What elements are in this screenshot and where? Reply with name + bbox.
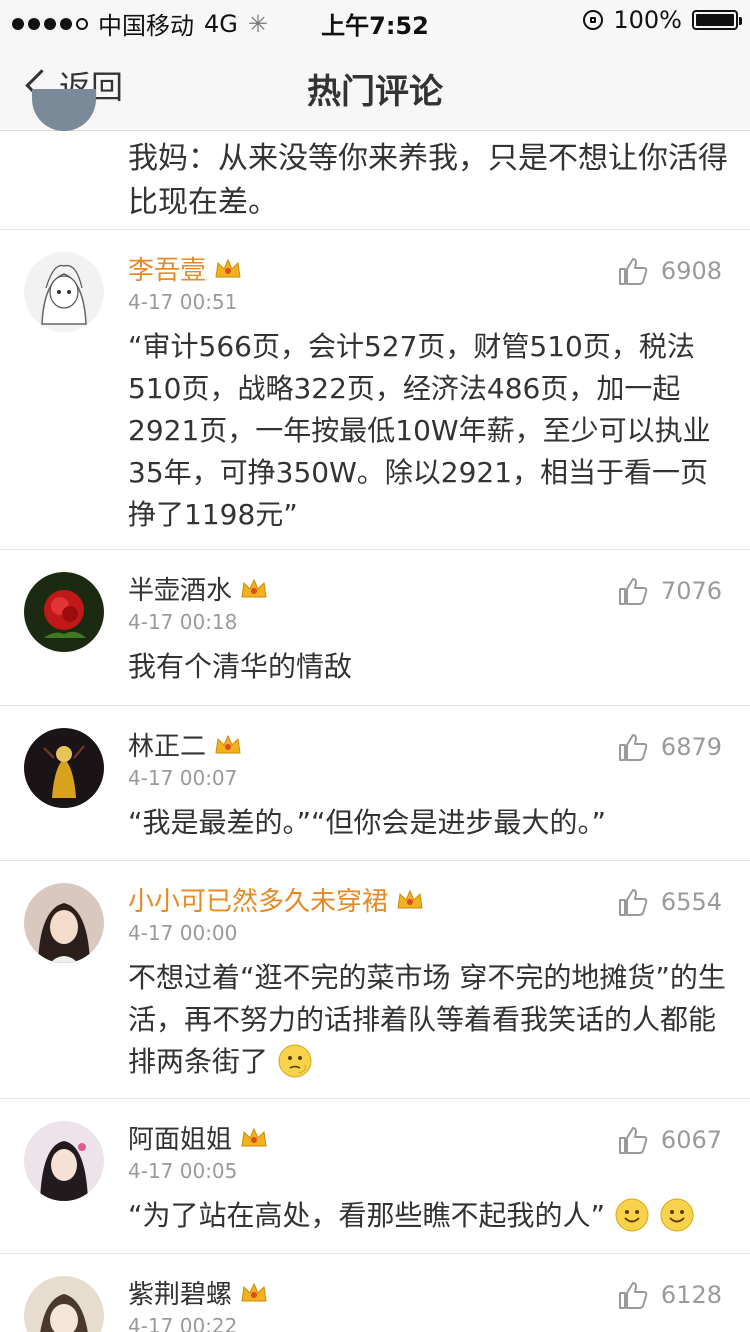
smile-emoji-icon — [660, 1198, 694, 1232]
like-button[interactable]: 6067 — [617, 1125, 722, 1155]
navigation-bar: 返回 热门评论 — [0, 40, 750, 131]
thumbs-up-icon — [618, 258, 648, 285]
comment-text: 不想过着“逛不完的菜市场 穿不完的地摊货”的生活，再不努力的话排着队等着看我笑话… — [128, 961, 726, 1078]
comment-time: 4-17 00:05 — [128, 1159, 238, 1183]
vip-crown-icon — [241, 1127, 267, 1146]
username[interactable]: 李吾壹 — [128, 250, 206, 287]
comment-item[interactable]: 半壶酒水 4-17 00:18 7076 我有个清华的情敌 — [0, 550, 750, 706]
avatar[interactable] — [24, 572, 104, 652]
comment-text: “为了站在高处，看那些瞧不起我的人” — [128, 1199, 606, 1232]
vip-crown-icon — [215, 258, 241, 277]
comment-time: 4-17 00:07 — [128, 766, 238, 790]
like-button[interactable]: 6128 — [617, 1280, 722, 1310]
smile-emoji-icon — [615, 1198, 649, 1232]
vip-crown-icon — [241, 578, 267, 597]
username[interactable]: 阿面姐姐 — [128, 1119, 232, 1156]
like-count: 6879 — [660, 733, 722, 761]
like-button[interactable]: 7076 — [617, 576, 722, 606]
battery-icon — [692, 10, 742, 30]
comment-list[interactable]: 我妈：从来没等你来养我，只是不想让你活得比现在差。 李吾壹 4-17 00:51… — [0, 89, 750, 1332]
status-right: 100% — [583, 6, 742, 34]
vip-crown-icon — [241, 1282, 267, 1301]
comment-item-partial[interactable]: 我妈：从来没等你来养我，只是不想让你活得比现在差。 — [0, 89, 750, 230]
page-title: 热门评论 — [307, 72, 443, 112]
like-button[interactable]: 6879 — [617, 732, 722, 762]
vip-crown-icon — [397, 889, 423, 908]
thumbs-up-icon — [618, 889, 648, 916]
comment-item[interactable]: 阿面姐姐 4-17 00:05 6067 “为了站在高处，看那些瞧不起我的人” — [0, 1099, 750, 1254]
vip-crown-icon — [215, 734, 241, 753]
rotation-lock-icon — [583, 10, 604, 30]
like-count: 6554 — [660, 888, 722, 916]
like-count: 7076 — [660, 577, 722, 605]
like-count: 6128 — [660, 1281, 722, 1309]
battery-percent: 100% — [613, 6, 682, 34]
username[interactable]: 小小可已然多久未穿裙 — [128, 881, 388, 918]
username[interactable]: 半壶酒水 — [128, 570, 232, 607]
comment-item[interactable]: 李吾壹 4-17 00:51 6908 “审计566页，会计527页，财管510… — [0, 230, 750, 550]
thumbs-up-icon — [618, 1127, 648, 1154]
like-button[interactable]: 6908 — [617, 256, 722, 286]
comment-time: 4-17 00:51 — [128, 290, 238, 314]
avatar[interactable] — [24, 252, 104, 332]
status-bar: 中国移动 4G ✳ 上午7:52 100% — [0, 0, 750, 40]
comment-item[interactable]: 紫荆碧螺 4-17 00:22 6128 — [0, 1254, 750, 1332]
avatar[interactable] — [24, 728, 104, 808]
comment-item[interactable]: 小小可已然多久未穿裙 4-17 00:00 6554 不想过着“逛不完的菜市场 … — [0, 861, 750, 1099]
avatar[interactable] — [24, 1276, 104, 1332]
comment-time: 4-17 00:18 — [128, 610, 238, 634]
comment-text: “审计566页，会计527页，财管510页，税法510页，战略322页，经济法4… — [128, 330, 711, 531]
like-button[interactable]: 6554 — [617, 887, 722, 917]
username[interactable]: 林正二 — [128, 726, 206, 763]
thumbs-up-icon — [618, 578, 648, 605]
comment-time: 4-17 00:00 — [128, 921, 238, 945]
thinking-emoji-icon — [278, 1044, 312, 1078]
thumbs-up-icon — [618, 734, 648, 761]
avatar[interactable] — [24, 1121, 104, 1201]
avatar[interactable] — [24, 883, 104, 963]
comment-text: 我妈：从来没等你来养我，只是不想让你活得比现在差。 — [128, 141, 728, 220]
comment-text: “我是最差的。”“但你会是进步最大的。” — [128, 806, 607, 839]
comment-text: 我有个清华的情敌 — [128, 650, 353, 683]
thumbs-up-icon — [618, 1282, 648, 1309]
like-count: 6067 — [660, 1126, 722, 1154]
comment-time: 4-17 00:22 — [128, 1314, 238, 1332]
comment-item[interactable]: 林正二 4-17 00:07 6879 “我是最差的。”“但你会是进步最大的。” — [0, 706, 750, 861]
like-count: 6908 — [660, 257, 722, 285]
comments-screen: 中国移动 4G ✳ 上午7:52 100% 返回 热门评论 我妈：从来没等你来养… — [0, 0, 750, 1332]
username[interactable]: 紫荆碧螺 — [128, 1274, 232, 1311]
